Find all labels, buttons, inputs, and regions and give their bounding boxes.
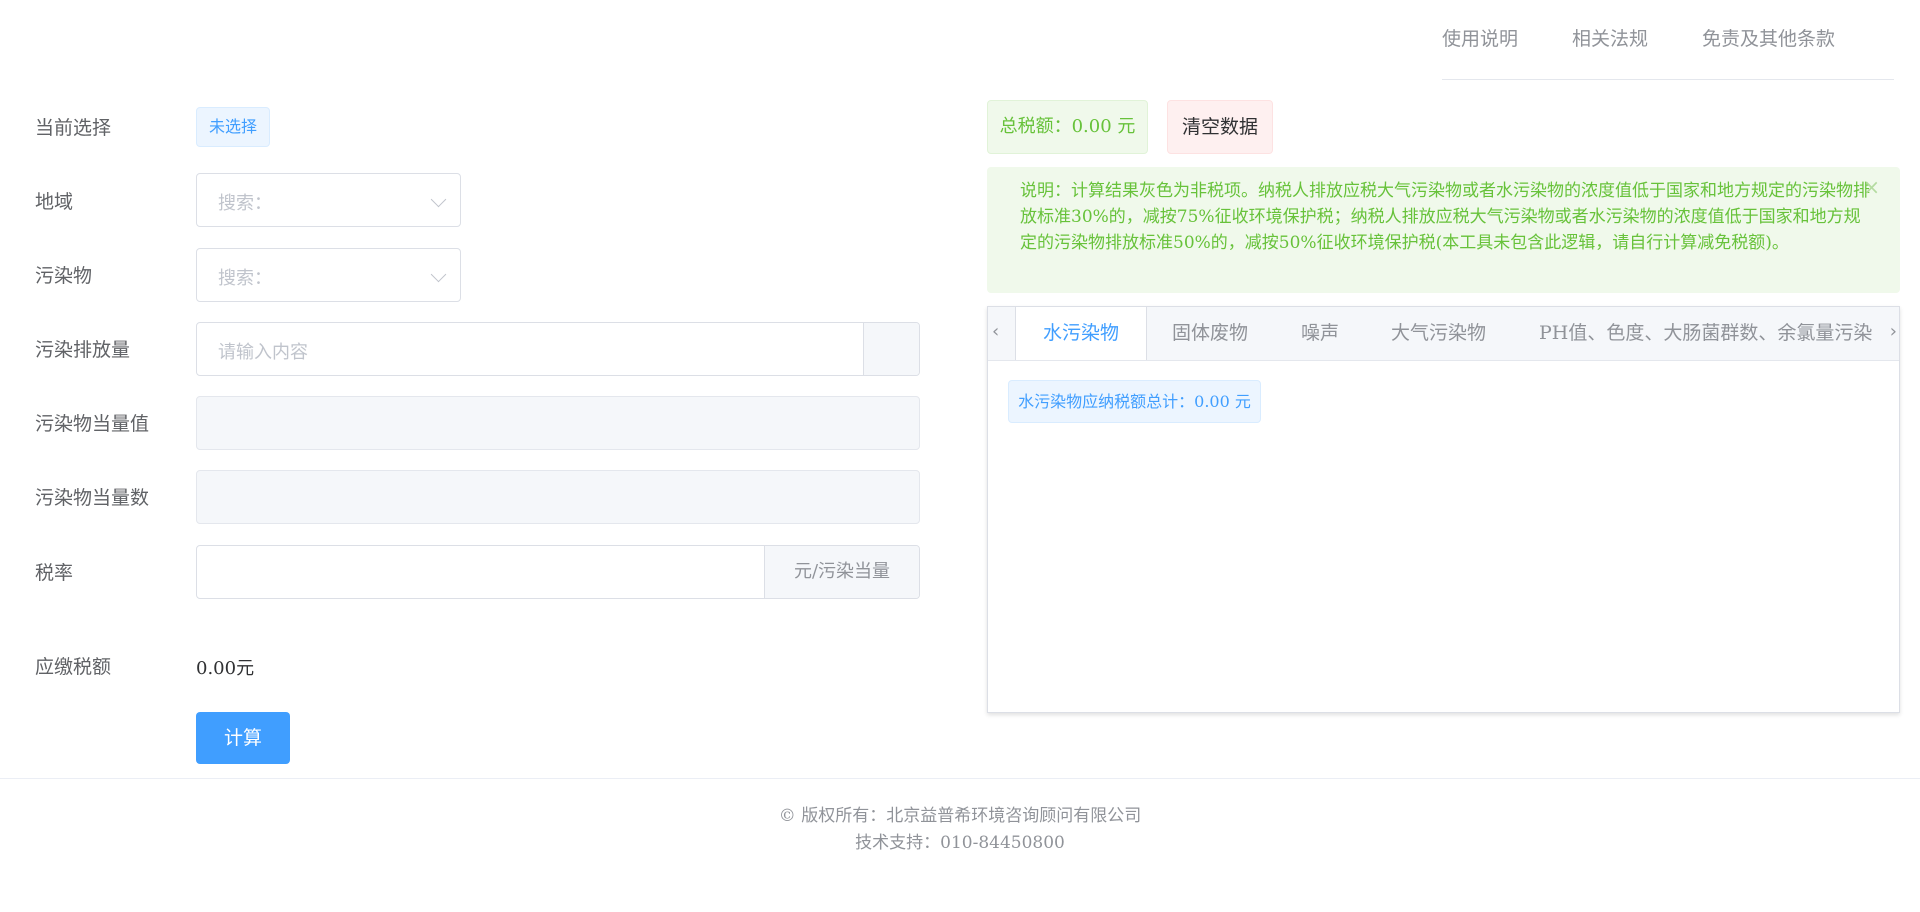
pollutant-select[interactable]: 搜索：	[196, 248, 461, 302]
chevron-left-icon[interactable]: ‹	[992, 321, 999, 342]
nav-disclaimer[interactable]: 免责及其他条款	[1702, 24, 1835, 51]
support-text: 技术支持：010-84450800	[855, 833, 1065, 853]
nav-usage-guide[interactable]: 使用说明	[1442, 24, 1518, 51]
emission-label: 污染排放量	[35, 339, 131, 361]
copyright-text: © 版权所有：北京益普希环境咨询顾问有限公司	[778, 806, 1142, 826]
equivalent-value-label: 污染物当量值	[35, 413, 150, 435]
emission-placeholder: 请输入内容	[218, 342, 308, 363]
top-nav: 使用说明 相关法规 免责及其他条款	[1442, 0, 1894, 80]
emission-input[interactable]: 请输入内容	[196, 322, 920, 376]
tax-due-value: 0.00元	[196, 658, 255, 679]
chevron-down-icon	[430, 191, 447, 208]
tax-rate-unit: 元/污染当量	[764, 546, 919, 598]
tab-noise[interactable]: 噪声	[1301, 307, 1339, 360]
region-label: 地域	[35, 191, 74, 213]
equivalent-count-field	[196, 470, 920, 524]
pollutant-placeholder: 搜索：	[218, 268, 272, 289]
tabs-header: ‹ 水污染物 固体废物 噪声 大气污染物 PH值、色度、大肠菌群数、余氯量污染 …	[988, 307, 1899, 361]
tab-water-pollutants[interactable]: 水污染物	[1015, 307, 1148, 360]
chevron-down-icon	[430, 266, 447, 283]
total-tax-tag: 总税额：0.00 元	[987, 100, 1148, 154]
pollutant-tabs: ‹ 水污染物 固体废物 噪声 大气污染物 PH值、色度、大肠菌群数、余氯量污染 …	[987, 306, 1900, 713]
pollutant-label: 污染物	[35, 265, 93, 287]
nav-related-regulations[interactable]: 相关法规	[1572, 24, 1648, 51]
chevron-right-icon[interactable]: ›	[1885, 321, 1897, 342]
tab-air-pollutants[interactable]: 大气污染物	[1391, 307, 1486, 360]
region-placeholder: 搜索：	[218, 193, 272, 214]
tab-solid-waste[interactable]: 固体废物	[1172, 307, 1248, 360]
tax-rate-label: 税率	[35, 562, 74, 584]
close-icon[interactable]: ×	[1863, 175, 1880, 199]
emission-unit-append	[863, 323, 919, 375]
footer: © 版权所有：北京益普希环境咨询顾问有限公司 技术支持：010-84450800	[0, 778, 1920, 853]
region-select[interactable]: 搜索：	[196, 173, 461, 227]
water-total-tag: 水污染物应纳税额总计：0.00 元	[1008, 380, 1261, 423]
clear-data-button[interactable]: 清空数据	[1167, 100, 1273, 154]
equivalent-value-field	[196, 396, 920, 450]
current-selection-label: 当前选择	[35, 117, 112, 139]
info-alert: 说明：计算结果灰色为非税项。纳税人排放应税大气污染物或者水污染物的浓度值低于国家…	[987, 167, 1900, 293]
equivalent-count-label: 污染物当量数	[35, 487, 150, 509]
tab-ph-color-other[interactable]: PH值、色度、大肠菌群数、余氯量污染	[1539, 307, 1872, 360]
tax-rate-input[interactable]: 元/污染当量	[196, 545, 920, 599]
current-selection-tag: 未选择	[196, 107, 270, 147]
calculate-button[interactable]: 计算	[196, 712, 290, 764]
tax-due-label: 应缴税额	[35, 656, 112, 678]
alert-text: 说明：计算结果灰色为非税项。纳税人排放应税大气污染物或者水污染物的浓度值低于国家…	[1020, 181, 1870, 253]
